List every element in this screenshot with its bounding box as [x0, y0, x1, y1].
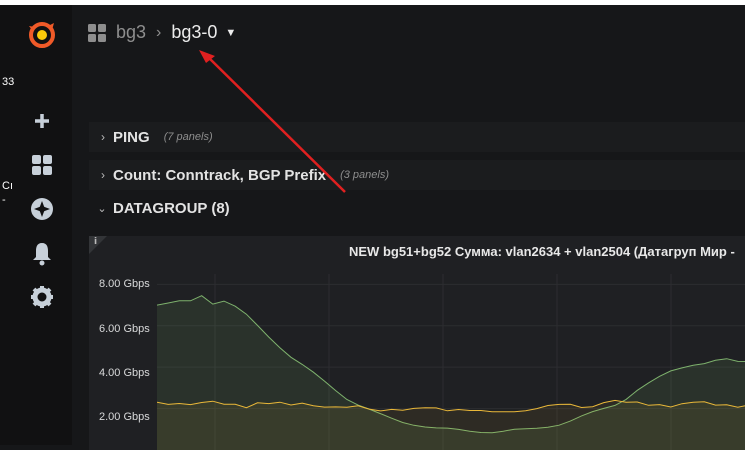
- graph-panel: i NEW bg51+bg52 Сумма: vlan2634 + vlan25…: [89, 236, 745, 450]
- bell-alert-icon[interactable]: [26, 237, 62, 273]
- panel-title[interactable]: NEW bg51+bg52 Сумма: vlan2634 + vlan2504…: [349, 244, 735, 259]
- info-icon[interactable]: i: [94, 237, 97, 247]
- breadcrumb-dashboard[interactable]: bg3-0: [171, 22, 217, 43]
- row-datagroup[interactable]: ⌄ DATAGROUP (8): [89, 200, 230, 217]
- row-title: Count: Conntrack, BGP Prefix: [113, 166, 327, 184]
- y-tick-label: 2.00 Gbps: [99, 411, 150, 423]
- row-meta: (3 panels): [340, 169, 390, 181]
- chevron-down-icon: ⌄: [97, 203, 107, 215]
- gutter-text-2: Cı: [2, 180, 13, 192]
- breadcrumb-folder[interactable]: bg3: [116, 22, 146, 43]
- dashboards-grid-icon: [88, 23, 106, 42]
- sidebar: [0, 5, 72, 445]
- panel-info-corner[interactable]: [89, 236, 107, 254]
- plus-icon[interactable]: [26, 105, 62, 141]
- row-count[interactable]: › Count: Conntrack, BGP Prefix (3 panels…: [89, 160, 745, 190]
- row-meta: (7 panels): [163, 131, 213, 143]
- chevron-right-icon: ›: [101, 130, 105, 144]
- gear-icon[interactable]: [26, 281, 62, 317]
- explore-compass-icon[interactable]: [26, 193, 62, 229]
- main-area: bg3 › bg3-0 ▼ › PING (7 panels) › Count:…: [72, 5, 745, 450]
- caret-down-icon[interactable]: ▼: [225, 27, 236, 39]
- chevron-right-icon: ›: [156, 23, 162, 41]
- gutter-text-1: 33: [2, 76, 15, 88]
- breadcrumb: bg3 › bg3-0 ▼: [88, 22, 236, 43]
- row-title: PING: [113, 128, 150, 146]
- row-ping[interactable]: › PING (7 panels): [89, 122, 745, 152]
- graph-canvas: [157, 274, 745, 450]
- dashboards-grid-icon[interactable]: [26, 149, 62, 185]
- y-tick-label: 4.00 Gbps: [99, 367, 150, 379]
- gutter-text-3: -: [2, 194, 6, 206]
- chevron-right-icon: ›: [101, 168, 105, 182]
- y-tick-label: 8.00 Gbps: [99, 278, 150, 290]
- row-title: DATAGROUP (8): [113, 200, 230, 217]
- y-tick-label: 6.00 Gbps: [99, 323, 150, 335]
- grafana-logo-icon[interactable]: [26, 18, 62, 54]
